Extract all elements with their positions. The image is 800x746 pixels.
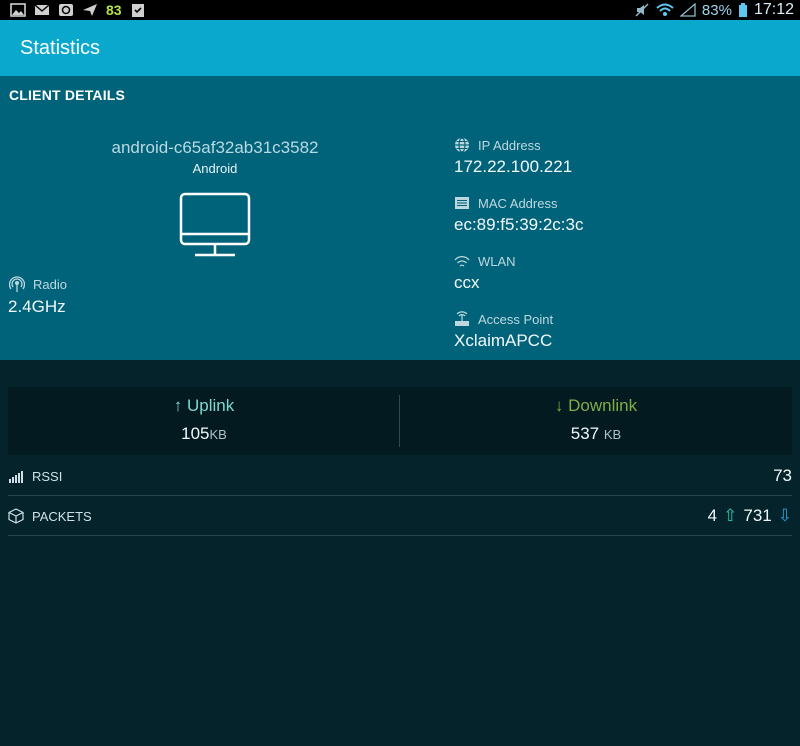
rssi-value: 73: [773, 466, 792, 485]
packets-down-arrow-icon: ⇩: [777, 506, 792, 525]
packets-up-arrow-icon: ⇧: [723, 506, 738, 525]
status-bar: 83 83% 17:12: [0, 0, 800, 20]
downlink-arrow-icon: ↓: [554, 396, 564, 415]
downlink-title: ↓ Downlink: [400, 396, 792, 416]
uplink-label: Uplink: [186, 396, 235, 415]
box-icon: [8, 508, 24, 524]
signal-icon: [679, 3, 696, 17]
notification-icons: 83: [10, 0, 146, 20]
packets-label: PACKETS: [8, 508, 92, 524]
wifi-icon: [454, 256, 470, 267]
ip-value: 172.22.100.221: [454, 157, 573, 176]
uplink-value: 105KB: [181, 424, 227, 443]
battery-icon: [738, 3, 747, 17]
signal-bars-icon: [9, 471, 23, 483]
client-os: Android: [192, 161, 238, 176]
client-hostname: android-c65af32ab31c3582: [111, 138, 319, 157]
wlan-label: WLAN: [454, 253, 516, 269]
access-point-value: XclaimAPCC: [454, 331, 553, 350]
monitor-icon: [179, 192, 251, 257]
downlink-column: ↓ Downlink 537 KB: [400, 396, 792, 444]
uplink-arrow-icon: ↑: [173, 396, 183, 415]
access-point-label: Access Point: [454, 311, 553, 327]
mac-value: ec:89:f5:39:2c:3c: [454, 215, 584, 234]
system-icons: 83% 17:12: [634, 0, 794, 20]
packets-row: PACKETS 4 ⇧ 731 ⇩: [8, 496, 792, 536]
packets-up-value: 4: [707, 506, 718, 525]
section-title: CLIENT DETAILS: [9, 87, 126, 103]
radio-label: Radio: [9, 276, 67, 292]
gallery-icon: [10, 3, 26, 17]
uplink-title: ↑ Uplink: [8, 396, 400, 416]
card-icon: [455, 197, 469, 209]
battery-percent: 83%: [701, 1, 732, 19]
uplink-column: ↑ Uplink 105KB: [8, 396, 400, 444]
send-icon: [83, 4, 97, 16]
battery-level-badge: 83: [106, 2, 122, 18]
radio-icon: [9, 276, 25, 292]
packets-down-value: 731: [743, 506, 772, 525]
page-title: Statistics: [20, 37, 101, 59]
router-icon: [455, 311, 469, 326]
packets-value: 4 ⇧ 731 ⇩: [708, 506, 792, 526]
traffic-summary: ↑ Uplink 105KB ↓ Downlink 537 KB: [8, 387, 792, 455]
radio-value: 2.4GHz: [8, 297, 66, 316]
sync-icon: [59, 4, 73, 16]
clipboard-check-icon: [131, 4, 144, 17]
globe-icon: [455, 137, 469, 153]
rssi-row: RSSI 73: [8, 456, 792, 496]
mute-icon: [635, 3, 649, 17]
mac-label: MAC Address: [454, 195, 557, 211]
ip-label: IP Address: [454, 137, 541, 153]
rssi-label: RSSI: [8, 468, 62, 484]
wifi-status-icon: [656, 3, 674, 16]
app-bar: Statistics: [0, 20, 800, 76]
wlan-value: ccx: [454, 273, 480, 292]
clock: 17:12: [753, 1, 794, 18]
mail-icon: [34, 4, 50, 15]
client-details-panel: CLIENT DETAILS android-c65af32ab31c3582 …: [0, 76, 800, 360]
downlink-label: Downlink: [568, 396, 638, 415]
downlink-value: 537 KB: [570, 424, 622, 443]
